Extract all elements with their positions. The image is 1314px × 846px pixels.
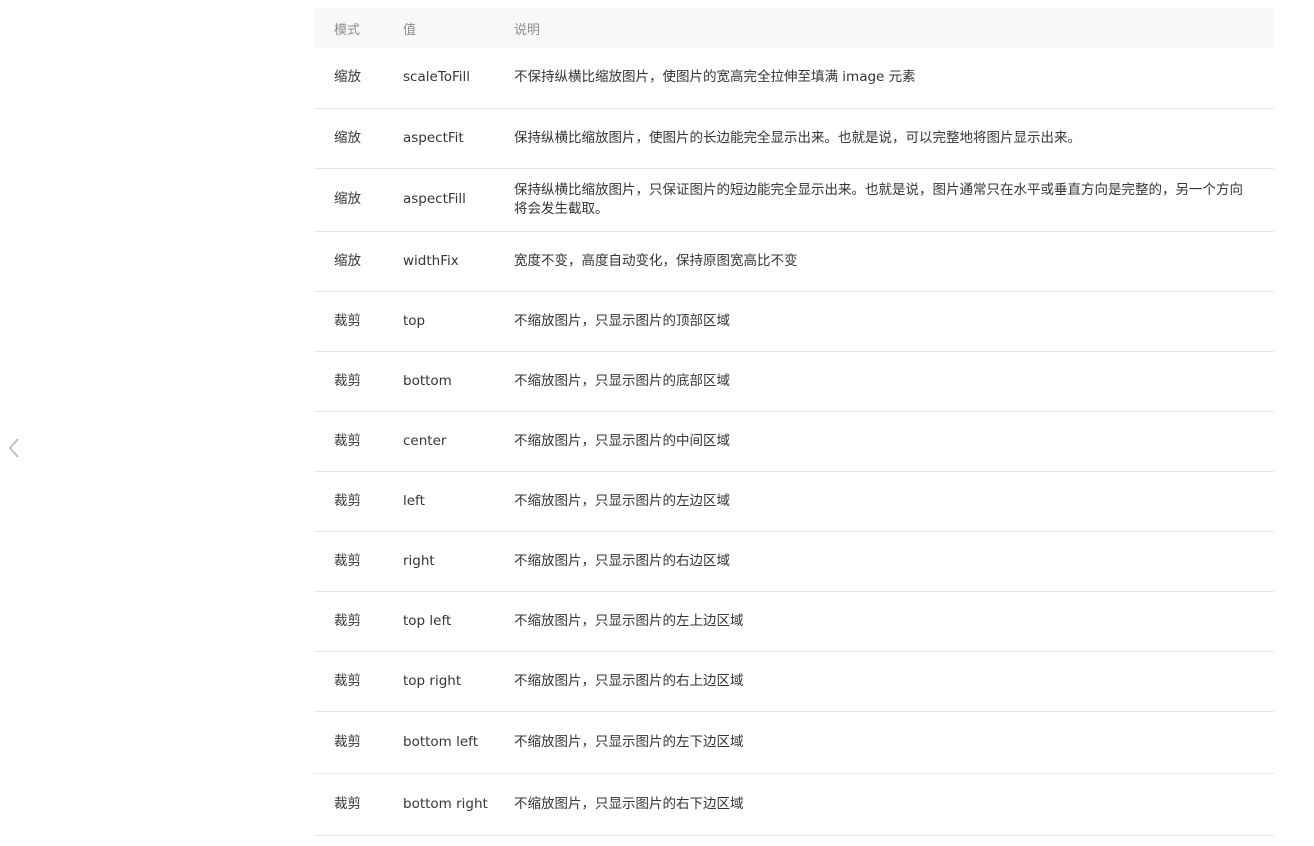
mode-cell: 缩放 [334,69,361,86]
description-cell: 不缩放图片，只显示图片的左上边区域 [514,612,744,629]
value-cell: top [403,312,426,329]
description-cell: 不缩放图片，只显示图片的左边区域 [514,492,730,509]
mode-cell: 裁剪 [334,552,361,569]
description-cell: 不缩放图片，只显示图片的右下边区域 [514,795,744,812]
mode-cell: 裁剪 [334,612,361,629]
table-row: 缩放 aspectFill 保持纵横比缩放图片，只保证图片的短边能完全显示出来。… [314,168,1274,231]
value-cell: bottom [403,372,452,389]
value-cell: bottom right [403,795,488,812]
mode-cell: 裁剪 [334,733,361,750]
description-cell: 保持纵横比缩放图片，使图片的长边能完全显示出来。也就是说，可以完整地将图片显示出… [514,129,1081,146]
header-description: 说明 [514,22,541,38]
description-cell: 宽度不变，高度自动变化，保持原图宽高比不变 [514,252,798,269]
table-row: 缩放 widthFix 宽度不变，高度自动变化，保持原图宽高比不变 [314,231,1274,291]
mode-cell: 裁剪 [334,372,361,389]
mode-table: 模式 值 说明 缩放 scaleToFill 不保持纵横比缩放图片，使图片的宽高… [314,8,1274,836]
table-header-row: 模式 值 说明 [314,8,1274,48]
mode-cell: 缩放 [334,252,361,269]
value-cell: aspectFit [403,129,464,146]
value-cell: top left [403,612,452,629]
description-cell: 不缩放图片，只显示图片的顶部区域 [514,312,730,329]
previous-page-button[interactable] [4,436,24,460]
header-value: 值 [403,22,417,38]
chevron-left-icon [8,438,19,458]
mode-cell: 裁剪 [334,672,361,689]
table-row: 缩放 scaleToFill 不保持纵横比缩放图片，使图片的宽高完全拉伸至填满 … [314,48,1274,108]
table-row: 裁剪 left 不缩放图片，只显示图片的左边区域 [314,471,1274,531]
table-row: 裁剪 top left 不缩放图片，只显示图片的左上边区域 [314,591,1274,651]
value-cell: aspectFill [403,191,466,207]
description-cell: 不保持纵横比缩放图片，使图片的宽高完全拉伸至填满 image 元素 [514,69,916,86]
table-row: 裁剪 center 不缩放图片，只显示图片的中间区域 [314,411,1274,471]
table-row: 裁剪 bottom left 不缩放图片，只显示图片的左下边区域 [314,711,1274,773]
value-cell: center [403,432,447,449]
mode-cell: 裁剪 [334,492,361,509]
page: 模式 值 说明 缩放 scaleToFill 不保持纵横比缩放图片，使图片的宽高… [0,0,1314,846]
table-row: 裁剪 top right 不缩放图片，只显示图片的右上边区域 [314,651,1274,711]
description-cell: 不缩放图片，只显示图片的右边区域 [514,552,730,569]
table-row: 裁剪 bottom 不缩放图片，只显示图片的底部区域 [314,351,1274,411]
value-cell: right [403,552,435,569]
mode-cell: 缩放 [334,129,361,146]
description-cell: 不缩放图片，只显示图片的中间区域 [514,432,730,449]
description-cell: 保持纵横比缩放图片，只保证图片的短边能完全显示出来。也就是说，图片通常只在水平或… [514,181,1243,217]
description-cell: 不缩放图片，只显示图片的左下边区域 [514,733,744,750]
mode-cell: 裁剪 [334,432,361,449]
table-row: 裁剪 right 不缩放图片，只显示图片的右边区域 [314,531,1274,591]
mode-cell: 缩放 [334,191,361,207]
value-cell: bottom left [403,733,478,750]
value-cell: widthFix [403,252,459,269]
description-cell: 不缩放图片，只显示图片的右上边区域 [514,672,744,689]
mode-cell: 裁剪 [334,795,361,812]
value-cell: top right [403,672,462,689]
description-cell: 不缩放图片，只显示图片的底部区域 [514,372,730,389]
table-row: 裁剪 bottom right 不缩放图片，只显示图片的右下边区域 [314,773,1274,835]
value-cell: left [403,492,425,509]
table-row: 缩放 aspectFit 保持纵横比缩放图片，使图片的长边能完全显示出来。也就是… [314,108,1274,168]
table-row: 裁剪 top 不缩放图片，只显示图片的顶部区域 [314,291,1274,351]
value-cell: scaleToFill [403,69,471,86]
mode-cell: 裁剪 [334,312,361,329]
header-mode: 模式 [334,22,361,38]
